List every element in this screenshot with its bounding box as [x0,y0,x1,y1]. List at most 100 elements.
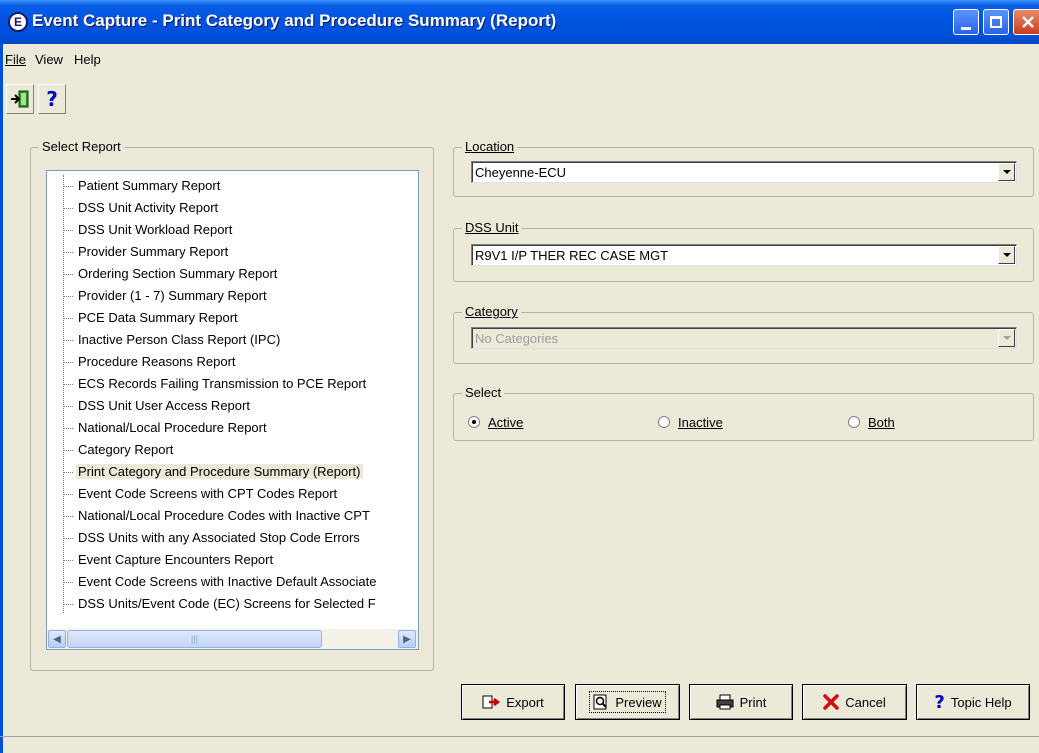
report-list-item[interactable]: National/Local Procedure Report [47,417,418,439]
report-list-item[interactable]: Inactive Person Class Report (IPC) [47,329,418,351]
report-list-item[interactable]: Ordering Section Summary Report [47,263,418,285]
report-list-item-label: DSS Unit Workload Report [78,222,233,237]
report-list-item[interactable]: DSS Unit Activity Report [47,197,418,219]
report-list-item[interactable]: Print Category and Procedure Summary (Re… [47,461,418,483]
report-list-item-label: DSS Units with any Associated Stop Code … [78,530,360,545]
close-button[interactable] [1013,9,1039,35]
report-list-item[interactable]: Provider (1 - 7) Summary Report [47,285,418,307]
report-list-item[interactable]: Event Capture Encounters Report [47,549,418,571]
report-list-item-label: Print Category and Procedure Summary (Re… [76,464,363,479]
cancel-label: Cancel [845,694,886,710]
topic-help-button[interactable]: ? Topic Help [916,684,1030,720]
report-list-item-label: Event Code Screens with CPT Codes Report [78,486,338,501]
radio-inactive-dot[interactable] [658,416,670,428]
location-combo[interactable]: Cheyenne-ECU [471,161,1017,183]
report-list-item-label: Category Report [78,442,174,457]
cancel-button[interactable]: Cancel [802,684,907,720]
dss-unit-combo[interactable]: R9V1 I/P THER REC CASE MGT [471,244,1017,266]
select-report-label: Select Report [39,139,124,154]
exit-door-icon [11,90,29,108]
tree-connector [63,208,73,209]
radio-both-dot[interactable] [848,416,860,428]
tree-connector [63,230,73,231]
tree-connector [63,318,73,319]
scroll-left-button[interactable]: ◀ [48,630,66,648]
report-list-item[interactable]: Category Report [47,439,418,461]
title-bar[interactable]: E Event Capture - Print Category and Pro… [0,0,1039,44]
tree-connector [63,538,73,539]
select-status-label: Select [462,385,505,400]
scroll-right-button[interactable]: ▶ [398,630,416,648]
tree-connector [63,362,73,363]
dss-unit-label: DSS Unit [462,220,522,235]
help-button[interactable]: ? [38,84,66,114]
report-list-item[interactable]: National/Local Procedure Codes with Inac… [47,505,418,527]
radio-both[interactable]: Both [848,413,895,431]
report-list-item-label: PCE Data Summary Report [78,310,238,325]
menu-help[interactable]: Help [74,52,101,67]
radio-active-dot[interactable] [468,416,480,428]
report-list-item[interactable]: DSS Unit Workload Report [47,219,418,241]
minimize-button[interactable] [953,9,979,35]
report-tree[interactable]: Patient Summary Report DSS Unit Activity … [46,170,419,650]
location-value: Cheyenne-ECU [475,165,567,180]
preview-label: Preview [615,694,662,710]
tree-connector [63,494,73,495]
tree-connector [63,186,73,187]
close-icon [1022,16,1034,28]
horizontal-scrollbar[interactable]: ◀ ||| ▶ [47,629,418,649]
category-combo[interactable]: No Categories [471,327,1017,349]
menu-file[interactable]: File [5,52,26,67]
status-bar [0,736,1039,753]
report-list-item[interactable]: DSS Unit User Access Report [47,395,418,417]
question-icon: ? [46,87,58,111]
category-label: Category [462,304,521,319]
report-list-item[interactable]: PCE Data Summary Report [47,307,418,329]
report-list-item-label: Patient Summary Report [78,178,221,193]
radio-active[interactable]: Active [468,413,523,431]
question-icon: ? [934,691,945,713]
tree-connector [63,516,73,517]
location-dropdown-button[interactable] [998,163,1015,181]
tree-connector [63,384,73,385]
preview-button[interactable]: Preview [575,684,680,720]
report-list-item[interactable]: Procedure Reasons Report [47,351,418,373]
report-list-item-label: National/Local Procedure Codes with Inac… [78,508,370,523]
tree-connector [63,406,73,407]
preview-focus-rect: Preview [589,691,666,713]
tree-connector [63,340,73,341]
menu-view[interactable]: View [35,52,63,67]
report-list-item-label: Event Code Screens with Inactive Default… [78,574,377,589]
category-value: No Categories [475,331,559,346]
tree-connector [63,428,73,429]
category-dropdown-button[interactable] [998,329,1015,347]
tree-connector [63,604,73,605]
export-label: Export [506,694,544,710]
report-list-item-label: Provider Summary Report [78,244,229,259]
exit-button[interactable] [6,84,34,114]
report-list-item[interactable]: DSS Units with any Associated Stop Code … [47,527,418,549]
report-list-item[interactable]: Event Code Screens with Inactive Default… [47,571,418,593]
report-list-item[interactable]: DSS Units/Event Code (EC) Screens for Se… [47,593,418,615]
dss-unit-dropdown-button[interactable] [998,246,1015,264]
report-list-item-label: ECS Records Failing Transmission to PCE … [78,376,367,391]
report-list-item[interactable]: Event Code Screens with CPT Codes Report [47,483,418,505]
dss-unit-value: R9V1 I/P THER REC CASE MGT [475,248,669,263]
print-label: Print [739,694,767,710]
chevron-down-icon [1002,253,1011,257]
tree-connector [63,472,73,473]
maximize-icon [990,16,1002,28]
magnifier-icon [593,694,608,710]
maximize-button[interactable] [983,9,1009,35]
report-list-item[interactable]: ECS Records Failing Transmission to PCE … [47,373,418,395]
radio-inactive[interactable]: Inactive [658,413,723,431]
print-button[interactable]: Print [689,684,793,720]
menu-bar: File View Help [0,44,1039,74]
report-list-item-label: National/Local Procedure Report [78,420,267,435]
report-list-item[interactable]: Provider Summary Report [47,241,418,263]
export-button[interactable]: Export [461,684,565,720]
export-icon [482,695,501,709]
report-list-item[interactable]: Patient Summary Report [47,175,418,197]
window-border [0,44,3,753]
scroll-thumb[interactable]: ||| [67,630,322,648]
